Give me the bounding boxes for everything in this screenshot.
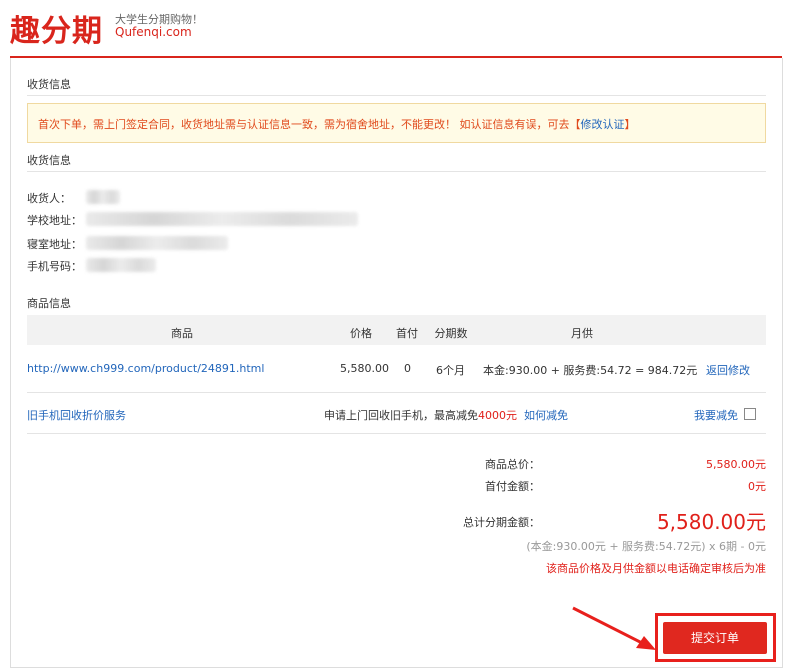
phone-value-redacted bbox=[86, 258, 156, 272]
price-disclaimer: 该商品价格及月供金额以电话确定审核后为准 bbox=[546, 562, 766, 575]
installments-cell: 6个月 bbox=[436, 364, 465, 377]
down-payment-label: 首付金额： bbox=[485, 480, 540, 493]
shipping-info-title: 收货信息 bbox=[27, 154, 71, 167]
down-payment-value: 0元 bbox=[748, 480, 766, 493]
divider bbox=[27, 433, 766, 434]
col-price: 价格 bbox=[350, 327, 372, 340]
school-label: 学校地址： bbox=[27, 214, 82, 227]
finance-amount-value: 5,580.00元 bbox=[656, 510, 766, 534]
col-product: 商品 bbox=[171, 327, 193, 340]
col-down-payment: 首付 bbox=[396, 327, 418, 340]
site-domain: Qufenqi.com bbox=[115, 25, 192, 39]
reduce-option-label[interactable]: 我要减免 bbox=[694, 407, 738, 423]
divider bbox=[27, 95, 766, 96]
shipping-section-title: 收货信息 bbox=[27, 78, 71, 91]
col-monthly: 月供 bbox=[571, 327, 593, 340]
product-table-header: 商品 价格 首付 分期数 月供 bbox=[27, 315, 766, 345]
monthly-cell: 本金:930.00 + 服务费:54.72 = 984.72元 bbox=[483, 364, 698, 377]
price-cell: 5,580.00 bbox=[340, 362, 389, 375]
school-value-redacted bbox=[86, 212, 358, 226]
notice-box: 首次下单，需上门签定合同，收货地址需与认证信息一致，需为宿舍地址，不能更改！ 如… bbox=[27, 103, 766, 143]
how-to-reduce-link[interactable]: 如何减免 bbox=[524, 407, 568, 423]
total-price-label: 商品总价： bbox=[485, 458, 540, 471]
tradein-service-link[interactable]: 旧手机回收折价服务 bbox=[27, 407, 126, 423]
receiver-value-redacted bbox=[86, 190, 120, 204]
dorm-label: 寝室地址： bbox=[27, 238, 82, 251]
divider bbox=[27, 392, 766, 393]
finance-breakdown: (本金:930.00元 + 服务费:54.72元) x 6期 - 0元 bbox=[526, 540, 766, 553]
arrow-pointer-icon bbox=[572, 606, 656, 650]
product-url-link[interactable]: http://www.ch999.com/product/24891.html bbox=[27, 362, 264, 375]
col-installments: 分期数 bbox=[434, 327, 468, 340]
phone-label: 手机号码： bbox=[27, 260, 82, 273]
tradein-text: 申请上门回收旧手机，最高减免4000元 bbox=[324, 409, 517, 422]
finance-amount-label: 总计分期金额： bbox=[463, 516, 540, 529]
reduce-checkbox[interactable] bbox=[744, 408, 756, 420]
edit-verification-link[interactable]: 修改认证 bbox=[581, 118, 625, 131]
submit-order-button[interactable]: 提交订单 bbox=[663, 622, 767, 654]
header: 趣分期 大学生分期购物！ Qufenqi.com bbox=[0, 0, 800, 56]
logo[interactable]: 趣分期 bbox=[10, 6, 103, 50]
down-payment-cell: 0 bbox=[404, 362, 411, 375]
notice-text: 首次下单，需上门签定合同，收货地址需与认证信息一致，需为宿舍地址，不能更改！ 如… bbox=[38, 118, 636, 131]
back-modify-link[interactable]: 返回修改 bbox=[706, 362, 750, 378]
total-price-value: 5,580.00元 bbox=[706, 458, 766, 471]
dorm-value-redacted bbox=[86, 236, 228, 250]
divider bbox=[27, 171, 766, 172]
product-section-title: 商品信息 bbox=[27, 297, 71, 310]
receiver-label: 收货人： bbox=[27, 192, 71, 205]
